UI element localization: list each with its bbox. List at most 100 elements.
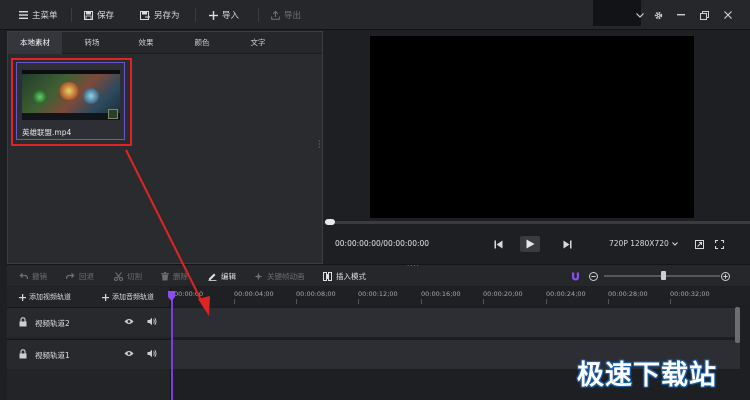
panel-splitter[interactable]: ····	[407, 262, 420, 270]
cut-button[interactable]: 切割	[114, 270, 142, 282]
chevron-down-icon[interactable]	[634, 9, 646, 21]
ruler-tick	[421, 299, 422, 304]
cut-label: 切割	[127, 271, 142, 281]
menubar-divider	[258, 8, 259, 22]
plus-icon	[102, 293, 109, 301]
ruler-tick-label: 00:00:00	[174, 290, 204, 298]
trash-icon	[161, 271, 169, 281]
zoom-slider-handle[interactable]	[661, 271, 666, 280]
undo-button[interactable]: 撤销	[19, 270, 47, 282]
save-as-icon	[140, 10, 150, 20]
undo-label: 撤销	[32, 271, 47, 281]
edit-toolbar: ···· 撤销 回退 切割 删除 编辑 关键帧动画 插入模式	[7, 262, 750, 286]
minimize-icon[interactable]	[675, 9, 687, 21]
preview-seek-bar[interactable]	[324, 221, 750, 224]
import-label: 导入	[222, 11, 240, 21]
edit-button[interactable]: 编辑	[208, 270, 236, 282]
import-button[interactable]: 导入	[209, 8, 239, 22]
tab-transitions[interactable]: 转场	[74, 32, 110, 54]
insert-mode-icon	[323, 271, 332, 281]
ruler-tick-label: 00:00:20;00	[483, 290, 523, 298]
ruler-tick-label: 00:00:28;00	[608, 290, 648, 298]
resolution-label: 720P 1280X720	[609, 239, 669, 248]
tab-effects[interactable]: 效果	[128, 32, 164, 54]
ruler-tick	[358, 299, 359, 304]
ruler-tick	[296, 299, 297, 304]
menubar-divider	[195, 8, 196, 22]
track-lane[interactable]	[172, 307, 740, 337]
seek-handle[interactable]	[325, 219, 335, 225]
magnet-icon[interactable]	[571, 270, 580, 282]
resolution-select[interactable]: 720P 1280X720	[609, 239, 678, 248]
main-menu-label: 主菜单	[32, 11, 58, 21]
save-label: 保存	[97, 11, 115, 21]
volume-icon[interactable]	[147, 317, 157, 326]
tab-text[interactable]: 文字	[240, 32, 276, 54]
timeline-ruler[interactable]: 00:00:00 00:00:04;00 00:00:08;00 00:00:1…	[172, 287, 750, 305]
preview-panel: 00:00:00:00/00:00:00:00 720P 1280X720	[324, 31, 750, 264]
tab-colors[interactable]: 颜色	[184, 32, 220, 54]
volume-icon[interactable]	[147, 349, 157, 358]
ruler-tick-label: 00:00:08;00	[296, 290, 336, 298]
gear-icon[interactable]	[652, 9, 664, 21]
pencil-icon	[208, 272, 217, 281]
insert-mode-label: 插入模式	[336, 271, 366, 281]
restore-icon[interactable]	[698, 9, 710, 21]
hamburger-icon	[19, 11, 28, 19]
ruler-tick-label: 00:00:16;00	[421, 290, 461, 298]
timeline-scrollbar[interactable]	[735, 307, 740, 343]
main-menu-button[interactable]: 主菜单	[19, 8, 58, 22]
edit-label: 编辑	[221, 271, 236, 281]
add-video-track-button[interactable]: 添加视频轨道	[19, 291, 71, 303]
keyframe-icon	[254, 272, 263, 281]
fullscreen-icon[interactable]	[713, 236, 725, 252]
track-header-column: 添加视频轨道 添加音频轨道 视频轨道2 视频轨道1	[7, 287, 171, 400]
ruler-tick	[234, 299, 235, 304]
zoom-in-icon[interactable]	[721, 270, 730, 282]
scissors-icon	[114, 271, 123, 281]
watermark: 极速下载站	[577, 360, 717, 391]
ruler-tick-label: 00:00:04;00	[234, 290, 274, 298]
ruler-tick	[483, 299, 484, 304]
play-button[interactable]	[520, 236, 540, 252]
snapshot-icon[interactable]	[693, 236, 705, 252]
delete-button[interactable]: 删除	[161, 270, 188, 282]
eye-icon[interactable]	[124, 318, 134, 325]
media-library-panel: 本地素材 转场 效果 颜色 文字 英雄联盟.mp4 · · ·	[7, 31, 323, 264]
save-icon	[84, 10, 93, 20]
add-audio-track-button[interactable]: 添加音频轨道	[102, 291, 154, 303]
save-as-button[interactable]: 另存为	[140, 8, 180, 22]
library-tabs: 本地素材 转场 效果 颜色 文字	[8, 32, 322, 54]
lock-icon[interactable]	[19, 349, 27, 359]
media-item-highlight: 英雄联盟.mp4	[11, 58, 132, 146]
redo-icon	[66, 272, 75, 280]
track-name: 视频轨道2	[35, 319, 70, 328]
tab-local-media[interactable]: 本地素材	[8, 32, 62, 54]
track-name: 视频轨道1	[35, 351, 70, 360]
skip-forward-icon[interactable]	[561, 236, 573, 252]
ruler-tick-label: 00:00:32;00	[670, 290, 710, 298]
skip-back-icon[interactable]	[492, 236, 504, 252]
menubar-divider	[71, 8, 72, 22]
keyframe-button[interactable]: 关键帧动画	[254, 270, 305, 282]
preview-timecode: 00:00:00:00/00:00:00:00	[335, 239, 430, 248]
eye-icon[interactable]	[124, 350, 134, 357]
close-icon[interactable]	[722, 9, 734, 21]
save-button[interactable]: 保存	[84, 8, 114, 22]
media-item[interactable]: 英雄联盟.mp4	[16, 62, 125, 140]
chevron-down-icon	[671, 241, 678, 246]
plus-icon	[209, 10, 218, 20]
ruler-tick-label: 00:00:24;00	[546, 290, 586, 298]
keyframe-label: 关键帧动画	[267, 271, 305, 281]
panel-resize-handle[interactable]: · · ·	[318, 138, 321, 152]
plus-icon	[19, 293, 26, 301]
lock-icon[interactable]	[19, 317, 27, 327]
export-icon	[271, 10, 280, 20]
export-button[interactable]: 导出	[271, 8, 301, 22]
zoom-out-icon[interactable]	[589, 270, 598, 282]
insert-mode-button[interactable]: 插入模式	[323, 270, 366, 282]
playhead[interactable]	[171, 291, 173, 400]
menubar: 主菜单 保存 另存为 导入 导出	[0, 0, 750, 30]
ruler-tick	[546, 299, 547, 304]
redo-button[interactable]: 回退	[66, 270, 94, 282]
